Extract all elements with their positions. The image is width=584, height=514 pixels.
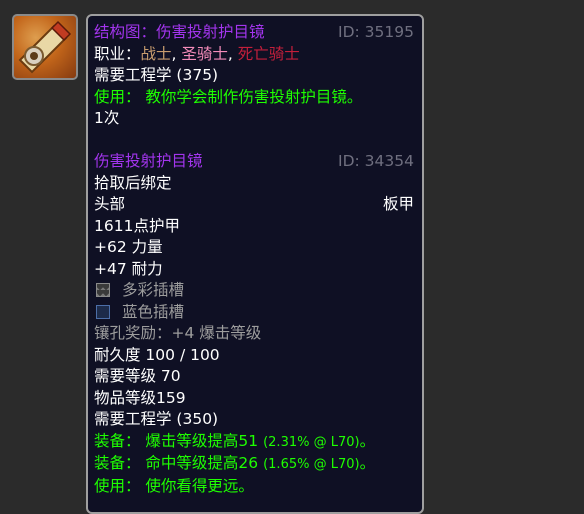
equip-hit-detail: (1.65% @ L70): [263, 457, 360, 472]
recipe-header-row: 结构图：伤害投射护目镜 ID: 35195: [94, 22, 414, 44]
item-stat-row: +47 耐力: [94, 259, 414, 281]
item-stat-stamina: +47 耐力: [94, 259, 163, 278]
item-armor: 1611点护甲: [94, 216, 180, 235]
item-slot: 头部: [94, 195, 126, 213]
item-required-skill: 需要工程学 (350): [94, 410, 219, 428]
item-equip-row: 装备： 爆击等级提高51 (2.31% @ L70)。: [94, 431, 414, 454]
tooltip-spacer: [94, 130, 414, 152]
item-id: ID: 34354: [338, 152, 414, 170]
recipe-use-row: 使用： 教你学会制作伤害投射护目镜。: [94, 87, 414, 109]
equip-crit-text: 装备： 爆击等级提高51: [94, 431, 259, 450]
item-stat-strength: +62 力量: [94, 238, 163, 256]
item-req-skill-row: 需要工程学 (350): [94, 409, 414, 431]
blue-socket-icon: [96, 304, 110, 319]
item-socket-row: 蓝色插槽: [94, 302, 414, 324]
item-slot-row: 头部 板甲: [94, 194, 414, 216]
class-separator: ,: [171, 44, 182, 63]
item-level: 物品等级159: [94, 388, 186, 407]
recipe-id: ID: 35195: [338, 23, 414, 41]
socket-blue-label: 蓝色插槽: [122, 302, 185, 321]
item-durability: 耐久度 100 / 100: [94, 345, 220, 364]
socket-meta-label: 多彩插槽: [122, 281, 185, 299]
blueprint-scroll-icon: [14, 16, 76, 78]
recipe-classes-row: 职业：战士, 圣骑士, 死亡骑士: [94, 44, 414, 66]
recipe-charges: 1次: [94, 109, 120, 127]
item-use-text: 使用： 使你看得更远。: [94, 476, 254, 495]
equip-crit-detail: (2.31% @ L70): [263, 434, 360, 450]
meta-socket-icon: [96, 283, 110, 297]
item-durability-row: 耐久度 100 / 100: [94, 345, 414, 367]
class-paladin: 圣骑士: [181, 44, 228, 63]
recipe-use-text: 使用： 教你学会制作伤害投射护目镜。: [94, 87, 363, 106]
recipe-requirement-row: 需要工程学 (375): [94, 65, 414, 87]
equip-crit-end: 。: [359, 431, 376, 450]
item-name: 伤害投射护目镜: [94, 152, 203, 170]
class-separator: ,: [227, 44, 238, 63]
item-socket-row: 多彩插槽: [94, 280, 414, 302]
socket-bonus: 镶孔奖励：+4 爆击等级: [94, 324, 262, 342]
recipe-required-skill: 需要工程学 (375): [94, 66, 219, 84]
item-level-row: 物品等级159: [94, 388, 414, 410]
item-socket-bonus-row: 镶孔奖励：+4 爆击等级: [94, 323, 414, 345]
item-required-level: 需要等级 70: [94, 367, 181, 385]
item-stat-row: +62 力量: [94, 237, 414, 259]
item-tooltip: 结构图：伤害投射护目镜 ID: 35195 职业：战士, 圣骑士, 死亡骑士 需…: [86, 14, 424, 514]
equip-hit-end: 。: [359, 454, 376, 472]
item-header-row: 伤害投射护目镜 ID: 34354: [94, 151, 414, 173]
item-equip-row: 装备： 命中等级提高26 (1.65% @ L70)。: [94, 453, 414, 476]
item-binding: 拾取后绑定: [94, 173, 172, 192]
item-binding-row: 拾取后绑定: [94, 173, 414, 195]
recipe-charges-row: 1次: [94, 108, 414, 130]
recipe-title: 结构图：伤害投射护目镜: [94, 23, 265, 41]
item-armor-type: 板甲: [382, 195, 414, 213]
item-use-row: 使用： 使你看得更远。: [94, 476, 414, 498]
class-warrior: 战士: [140, 44, 172, 63]
blueprint-icon[interactable]: [12, 14, 78, 80]
item-req-level-row: 需要等级 70: [94, 366, 414, 388]
equip-hit-text: 装备： 命中等级提高26: [94, 454, 259, 472]
item-armor-row: 1611点护甲: [94, 216, 414, 238]
class-death-knight: 死亡骑士: [237, 44, 300, 63]
classes-prefix: 职业：: [94, 44, 141, 63]
